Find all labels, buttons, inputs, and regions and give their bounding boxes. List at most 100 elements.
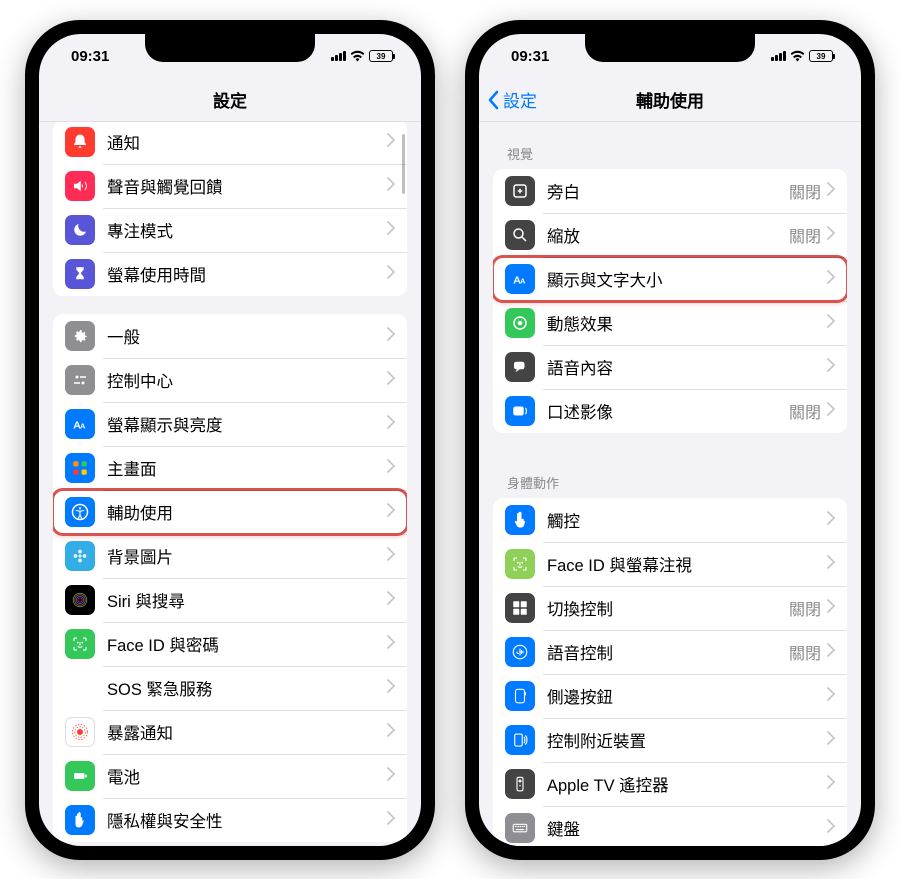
row-label: 側邊按鈕 — [547, 684, 827, 708]
chevron-right-icon — [827, 511, 835, 530]
row-focus[interactable]: 專注模式 — [53, 208, 407, 252]
chevron-right-icon — [387, 221, 395, 240]
row-voiceover[interactable]: 旁白 關閉 — [493, 169, 847, 213]
chevron-right-icon — [827, 555, 835, 574]
screen-settings: 09:31 39 設定 通知 聲音與觸覺回饋 專注模式 螢幕使用時間 一般 控制 — [39, 34, 421, 846]
accessibility-group-0: 旁白 關閉 縮放 關閉 AA 顯示與文字大小 動態效果 語音內容 口述影像 關閉 — [493, 169, 847, 433]
row-audio-desc[interactable]: 口述影像 關閉 — [493, 389, 847, 433]
row-side-button[interactable]: 側邊按鈕 — [493, 674, 847, 718]
faceid-icon — [65, 629, 95, 659]
exposure-icon — [65, 717, 95, 747]
chevron-right-icon — [827, 775, 835, 794]
keyboard-icon — [505, 813, 535, 843]
chevron-right-icon — [827, 314, 835, 333]
settings-list[interactable]: 通知 聲音與觸覺回饋 專注模式 螢幕使用時間 一般 控制中心 AA 螢幕顯示與亮… — [39, 122, 421, 846]
bell-icon — [65, 127, 95, 157]
chevron-right-icon — [387, 327, 395, 346]
row-display-text[interactable]: AA 顯示與文字大小 — [493, 257, 847, 301]
row-faceid-attention[interactable]: Face ID 與螢幕注視 — [493, 542, 847, 586]
row-siri[interactable]: Siri 與搜尋 — [53, 578, 407, 622]
speaker-icon — [65, 171, 95, 201]
navbar-settings: 設定 — [39, 78, 421, 122]
text-size-icon: AA — [65, 409, 95, 439]
row-label: 控制附近裝置 — [547, 728, 827, 752]
row-sounds[interactable]: 聲音與觸覺回饋 — [53, 164, 407, 208]
chevron-right-icon — [827, 643, 835, 662]
accessibility-group-1: 觸控 Face ID 與螢幕注視 切換控制 關閉 語音控制 關閉 側邊按鈕 控制… — [493, 498, 847, 846]
row-label: 輔助使用 — [107, 500, 387, 524]
row-screen-time[interactable]: 螢幕使用時間 — [53, 252, 407, 296]
row-keyboard[interactable]: 鍵盤 — [493, 806, 847, 846]
row-switch-control[interactable]: 切換控制 關閉 — [493, 586, 847, 630]
row-exposure[interactable]: 暴露通知 — [53, 710, 407, 754]
back-button[interactable]: 設定 — [487, 87, 537, 112]
svg-text:A: A — [80, 422, 86, 431]
switches-icon — [65, 365, 95, 395]
row-detail: 關閉 — [789, 596, 821, 620]
row-motion[interactable]: 動態效果 — [493, 301, 847, 345]
signal-icon — [331, 51, 346, 61]
chevron-right-icon — [387, 767, 395, 786]
row-label: 背景圖片 — [107, 544, 387, 568]
row-display[interactable]: AA 螢幕顯示與亮度 — [53, 402, 407, 446]
row-accessibility[interactable]: 輔助使用 — [53, 490, 407, 534]
side-button-icon — [505, 681, 535, 711]
row-faceid[interactable]: Face ID 與密碼 — [53, 622, 407, 666]
row-touch[interactable]: 觸控 — [493, 498, 847, 542]
row-label: 語音內容 — [547, 355, 827, 379]
row-sos[interactable]: SOS SOS 緊急服務 — [53, 666, 407, 710]
battery-icon: 39 — [809, 50, 833, 62]
navbar-accessibility: 設定 輔助使用 — [479, 78, 861, 122]
row-notifications[interactable]: 通知 — [53, 122, 407, 164]
row-label: 控制中心 — [107, 368, 387, 392]
siri-icon — [65, 585, 95, 615]
text-size-icon: AA — [505, 264, 535, 294]
settings-group-1: 一般 控制中心 AA 螢幕顯示與亮度 主畫面 輔助使用 背景圖片 Siri 與搜… — [53, 314, 407, 842]
accessibility-icon — [65, 497, 95, 527]
row-apple-tv-remote[interactable]: Apple TV 遙控器 — [493, 762, 847, 806]
row-label: 鍵盤 — [547, 816, 827, 840]
row-nearby-control[interactable]: 控制附近裝置 — [493, 718, 847, 762]
chevron-right-icon — [387, 811, 395, 830]
motion-icon — [505, 308, 535, 338]
battery-icon: 39 — [369, 50, 393, 62]
gear-icon — [65, 321, 95, 351]
row-label: 暴露通知 — [107, 720, 387, 744]
row-control-center[interactable]: 控制中心 — [53, 358, 407, 402]
chevron-right-icon — [827, 819, 835, 838]
row-privacy[interactable]: 隱私權與安全性 — [53, 798, 407, 842]
chevron-right-icon — [387, 459, 395, 478]
row-wallpaper[interactable]: 背景圖片 — [53, 534, 407, 578]
battery-icon — [65, 761, 95, 791]
phone-accessibility: 09:31 39 設定 輔助使用 視覺 旁白 關閉 縮放 關閉 AA 顯示與文字… — [465, 20, 875, 860]
moon-icon — [65, 215, 95, 245]
voiceover-icon — [505, 176, 535, 206]
chevron-right-icon — [387, 371, 395, 390]
hourglass-icon — [65, 259, 95, 289]
wifi-icon — [350, 50, 365, 62]
row-battery[interactable]: 電池 — [53, 754, 407, 798]
row-general[interactable]: 一般 — [53, 314, 407, 358]
row-voice-control[interactable]: 語音控制 關閉 — [493, 630, 847, 674]
touch-icon — [505, 505, 535, 535]
row-label: 動態效果 — [547, 311, 827, 335]
chevron-right-icon — [827, 731, 835, 750]
accessibility-list[interactable]: 視覺 旁白 關閉 縮放 關閉 AA 顯示與文字大小 動態效果 語音內容 口述影像… — [479, 122, 861, 846]
row-spoken-content[interactable]: 語音內容 — [493, 345, 847, 389]
row-label: 語音控制 — [547, 640, 789, 664]
row-zoom[interactable]: 縮放 關閉 — [493, 213, 847, 257]
page-title: 設定 — [213, 87, 247, 112]
status-time: 09:31 — [71, 48, 109, 65]
chevron-right-icon — [387, 679, 395, 698]
chevron-right-icon — [387, 415, 395, 434]
chevron-right-icon — [387, 547, 395, 566]
row-home-screen[interactable]: 主畫面 — [53, 446, 407, 490]
row-detail: 關閉 — [789, 179, 821, 203]
row-detail: 關閉 — [789, 223, 821, 247]
row-label: 專注模式 — [107, 218, 387, 242]
chevron-right-icon — [827, 226, 835, 245]
phone-settings: 09:31 39 設定 通知 聲音與觸覺回饋 專注模式 螢幕使用時間 一般 控制 — [25, 20, 435, 860]
chevron-right-icon — [827, 599, 835, 618]
sos-icon: SOS — [65, 673, 95, 703]
section-header-1: 身體動作 — [493, 451, 847, 498]
